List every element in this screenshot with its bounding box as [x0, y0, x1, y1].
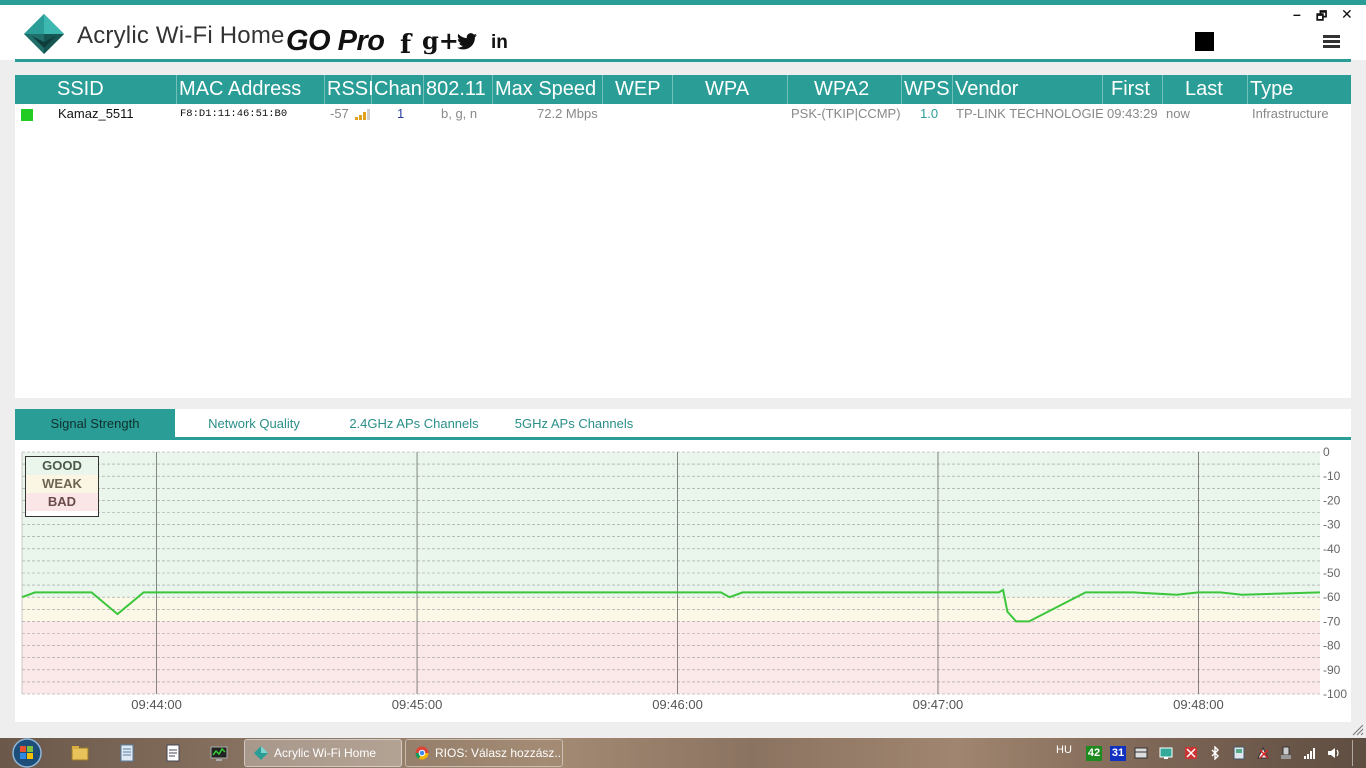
y-tick-label: -20 [1323, 493, 1341, 507]
volume-icon[interactable] [1327, 746, 1341, 760]
y-tick-label: -10 [1323, 469, 1341, 483]
cell-vendor: TP-LINK TECHNOLOGIE [956, 106, 1103, 121]
col-first[interactable]: First [1103, 75, 1163, 104]
networks-table: SSID MAC Address RSSI Chan 802.11 Max Sp… [15, 75, 1351, 398]
legend-weak: WEAK [26, 475, 98, 493]
x-tick-label: 09:48:00 [1173, 697, 1224, 712]
taskbar-item-label: Acrylic Wi-Fi Home [274, 746, 376, 760]
zone-weak [22, 597, 1320, 622]
go-pro-link[interactable]: GO Pro [286, 25, 385, 58]
tray-device-icon[interactable] [1232, 746, 1246, 760]
tray-tool-icon[interactable] [1184, 746, 1198, 760]
document-icon[interactable] [164, 744, 182, 762]
zone-good [22, 452, 1320, 598]
acrylic-logo-icon [24, 14, 64, 54]
close-button[interactable]: ✕ [1341, 6, 1353, 23]
cell-first-seen: 09:43:29 [1107, 106, 1158, 121]
col-80211[interactable]: 802.11 [424, 75, 493, 104]
col-wep[interactable]: WEP [603, 75, 673, 104]
tab-signal-strength[interactable]: Signal Strength [15, 409, 175, 438]
col-mac[interactable]: MAC Address [177, 75, 325, 104]
header-divider [15, 59, 1351, 62]
y-tick-label: 0 [1323, 445, 1330, 459]
task-manager-icon[interactable] [210, 744, 228, 762]
x-tick-label: 09:44:00 [131, 697, 182, 712]
minimize-button[interactable]: – [1293, 6, 1301, 22]
cell-standards: b, g, n [441, 106, 478, 121]
linkedin-icon[interactable]: in [491, 32, 508, 54]
cell-last-seen: now [1166, 106, 1190, 121]
y-tick-label: -50 [1323, 566, 1341, 580]
cell-wpa2: PSK-(TKIP|CCMP) [791, 106, 901, 121]
col-vendor[interactable]: Vendor [953, 75, 1103, 104]
signal-bars-icon [355, 109, 370, 120]
col-wpa2[interactable]: WPA2 [788, 75, 902, 104]
zone-bad [22, 621, 1320, 694]
app-title: Acrylic Wi-Fi Home [77, 22, 285, 49]
network-color-swatch [21, 109, 33, 121]
col-wps[interactable]: WPS [902, 75, 953, 104]
cell-rssi: -57 [330, 106, 349, 121]
wifi-signal-icon[interactable] [1303, 746, 1317, 760]
bluetooth-icon[interactable] [1208, 746, 1222, 760]
tab-24ghz-channels[interactable]: 2.4GHz APs Channels [333, 409, 495, 438]
y-tick-label: -30 [1323, 518, 1341, 532]
col-ssid[interactable]: SSID [15, 75, 177, 104]
y-tick-label: -80 [1323, 639, 1341, 653]
tray-network-app-icon[interactable] [1159, 746, 1173, 760]
show-desktop-button[interactable] [1352, 740, 1363, 766]
taskbar-item-label: RIOS: Válasz hozzász... [435, 746, 563, 760]
cell-type: Infrastructure [1252, 106, 1329, 121]
tab-network-quality[interactable]: Network Quality [175, 409, 333, 438]
language-indicator[interactable]: HU [1056, 744, 1072, 756]
y-tick-label: -90 [1323, 663, 1341, 677]
y-tick-label: -70 [1323, 614, 1341, 628]
action-center-icon[interactable] [1256, 746, 1270, 760]
safely-remove-icon[interactable] [1279, 746, 1293, 760]
legend-good: GOOD [26, 457, 98, 475]
facebook-icon[interactable]: f [400, 30, 411, 60]
col-wpa[interactable]: WPA [673, 75, 788, 104]
chrome-icon [415, 746, 429, 760]
table-header: SSID MAC Address RSSI Chan 802.11 Max Sp… [15, 75, 1351, 104]
col-max-speed[interactable]: Max Speed [493, 75, 603, 104]
stop-capture-button[interactable] [1195, 32, 1214, 51]
cell-mac: F8:D1:11:46:51:B0 [180, 108, 288, 120]
y-tick-label: -40 [1323, 542, 1341, 556]
tray-badge-green[interactable]: 42 [1086, 746, 1102, 761]
graph-tabs: Signal Strength Network Quality 2.4GHz A… [15, 409, 1351, 438]
twitter-icon[interactable] [457, 33, 477, 50]
signal-strength-chart: 0 -10 -20 -30 -40 -50 -60 -70 -80 -90 -100 09:44:00… [21, 445, 1347, 712]
restore-button[interactable]: 🗗 [1316, 7, 1327, 28]
hamburger-menu-icon[interactable] [1323, 35, 1340, 49]
signal-legend: GOOD WEAK BAD [25, 456, 99, 517]
x-tick-label: 09:46:00 [652, 697, 703, 712]
y-tick-label: -100 [1323, 687, 1347, 701]
tab-5ghz-channels[interactable]: 5GHz APs Channels [495, 409, 653, 438]
col-chan[interactable]: Chan [372, 75, 424, 104]
legend-bad: BAD [26, 493, 98, 511]
tray-app-icon[interactable] [1134, 746, 1148, 760]
table-row[interactable]: Kamaz_5511 F8:D1:11:46:51:B0 -57 1 b, g,… [15, 105, 1351, 123]
cell-max-speed: 72.2 Mbps [537, 106, 598, 121]
y-tick-label: -60 [1323, 590, 1341, 604]
x-tick-label: 09:45:00 [392, 697, 443, 712]
start-button-icon[interactable] [6, 737, 44, 768]
signal-strength-chart-panel: 0 -10 -20 -30 -40 -50 -60 -70 -80 -90 -100 09:44:00… [15, 440, 1351, 722]
explorer-folder-icon[interactable] [71, 744, 89, 762]
googleplus-icon[interactable]: g+ [422, 26, 459, 55]
cell-ssid: Kamaz_5511 [58, 106, 134, 121]
acrylic-small-icon [254, 746, 268, 760]
notepad-icon[interactable] [118, 744, 136, 762]
tray-badge-blue[interactable]: 31 [1110, 746, 1126, 761]
col-rssi[interactable]: RSSI [325, 75, 374, 104]
taskbar-item-acrylic[interactable]: Acrylic Wi-Fi Home [244, 739, 402, 767]
cell-channel: 1 [397, 106, 405, 121]
col-type[interactable]: Type [1248, 75, 1351, 104]
x-tick-label: 09:47:00 [913, 697, 964, 712]
cell-wps: 1.0 [920, 106, 939, 121]
taskbar-item-chrome[interactable]: RIOS: Válasz hozzász... [405, 739, 563, 767]
resize-grip-icon[interactable] [1352, 724, 1364, 736]
col-last[interactable]: Last [1163, 75, 1248, 104]
